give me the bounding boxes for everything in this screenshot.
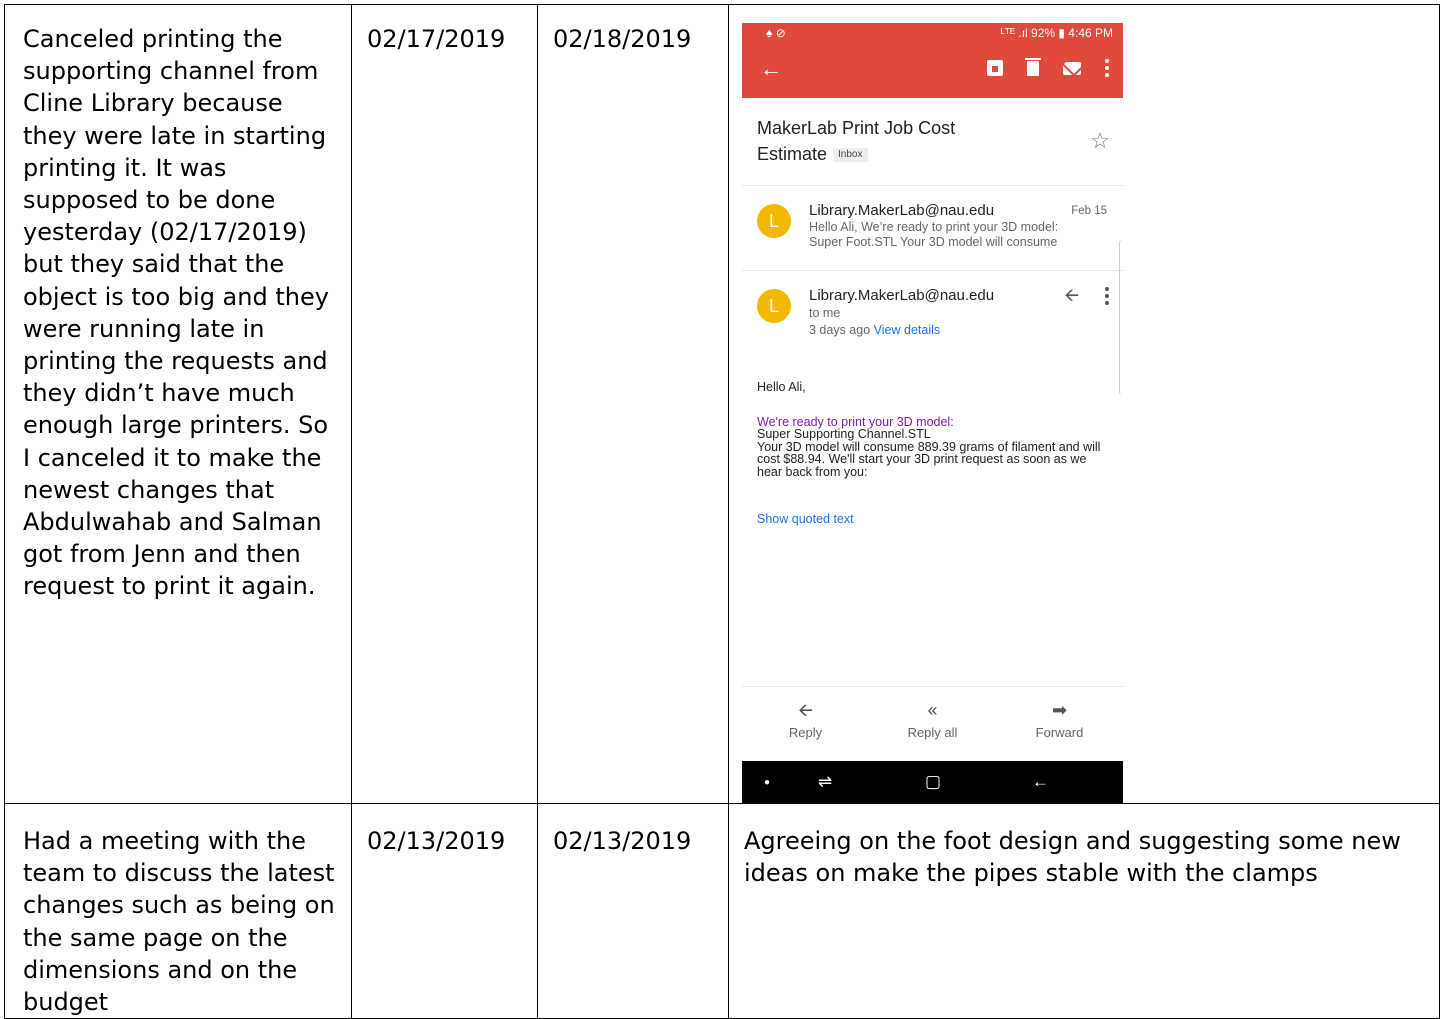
end-date-cell: 02/18/2019 [537,4,729,804]
view-details-link[interactable]: View details [874,323,940,337]
message-date: Feb 15 [1071,205,1107,217]
recents-icon[interactable]: ⇌ [818,772,832,792]
body-line-file: Super Supporting Channel.STL [757,427,931,441]
delete-icon[interactable] [1025,57,1041,76]
more-options-icon[interactable] [1105,59,1109,77]
inbox-badge: Inbox [833,148,868,163]
description-cell: Had a meeting with the team to discuss t… [4,802,352,1019]
status-icons: ♠ ⊘ [766,25,786,40]
reply-all-label: Reply all [907,725,958,740]
start-date: 02/17/2019 [367,25,506,53]
show-quoted-text-link[interactable]: Show quoted text [742,478,1123,526]
greeting: Hello Ali, [757,380,806,394]
forward-label: Forward [1035,725,1084,740]
start-date-cell: 02/17/2019 [351,4,538,804]
end-date: 02/18/2019 [553,25,692,53]
message-preview-2: Super Foot.STL Your 3D model will consum… [809,235,1058,249]
task-result: Agreeing on the foot design and suggesti… [744,827,1401,888]
sent-time: 3 days ago [809,323,871,337]
email-screenshot: ♠ ⊘ ᴸᵀᴱ .ıl 92% ▮ 4:46 PM ← MakerLab Pri… [742,23,1123,803]
sender-name: Library.MakerLab@nau.edu [809,287,995,304]
progress-log-table: Canceled printing the supporting channel… [4,4,1440,1019]
reply-all-icon: « [927,700,938,720]
table-row: Canceled printing the supporting channel… [4,4,1440,804]
body-line-4: cost $88.94. We'll start your 3D print r… [757,452,1087,466]
subject-line-2: Estimate [757,144,828,164]
reply-label: Reply [788,725,823,740]
app-bar: ← [742,42,1123,98]
sender-name: Library.MakerLab@nau.edu [809,202,995,219]
message-preview-1: Hello Ali, We’re ready to print your 3D … [809,220,1059,234]
body-line-5: hear back from you: [757,464,868,479]
start-date-cell: 02/13/2019 [351,802,538,1019]
task-description: Canceled printing the supporting channel… [23,25,329,601]
end-date: 02/13/2019 [553,827,692,855]
star-icon[interactable]: ☆ [1090,128,1110,154]
task-description: Had a meeting with the team to discuss t… [23,827,335,1017]
subject-line-1: MakerLab Print Job Cost [757,118,956,138]
evidence-cell: ♠ ⊘ ᴸᵀᴱ .ıl 92% ▮ 4:46 PM ← MakerLab Pri… [728,4,1440,804]
system-nav-bar: ● ⇌ ▢ ← [742,761,1123,803]
message-menu-icon[interactable] [1105,283,1109,313]
forward-icon: ➡ [1051,700,1068,720]
description-cell: Canceled printing the supporting channel… [4,4,352,804]
reply-icon[interactable]: 🡨 [1064,283,1079,313]
forward-button[interactable]: ➡ Forward [996,687,1123,751]
archive-icon[interactable] [987,60,1003,76]
back-nav-icon[interactable]: ← [1032,772,1049,792]
end-date-cell: 02/13/2019 [537,802,729,1019]
reply-all-button[interactable]: « Reply all [869,687,996,751]
result-cell: Agreeing on the foot design and suggesti… [728,802,1440,1019]
avatar: L [757,289,791,323]
email-body: Hello Ali, We're ready to print your 3D … [742,357,1123,478]
status-info: ᴸᵀᴱ .ıl 92% ▮ 4:46 PM [1000,25,1113,40]
reply-icon: 🡨 [798,700,813,720]
action-bar: 🡨 Reply « Reply all ➡ Forward [742,686,1123,751]
start-date: 02/13/2019 [367,827,506,855]
back-arrow-icon[interactable]: ← [760,56,782,82]
recipient: to me [809,306,841,320]
scrollbar [1119,240,1123,395]
table-row: Had a meeting with the team to discuss t… [4,802,1440,1019]
collapsed-message[interactable]: L Library.MakerLab@nau.edu Hello Ali, We… [742,186,1123,270]
home-icon[interactable]: ▢ [925,772,941,792]
reply-button[interactable]: 🡨 Reply [742,687,869,751]
nav-dot-icon[interactable]: ● [764,777,770,788]
expanded-message-header: L Library.MakerLab@nau.edu to me 3 days … [742,271,1123,357]
email-subject: MakerLab Print Job Cost Estimate Inbox ☆ [742,98,1123,177]
mark-unread-icon[interactable] [1063,61,1081,75]
status-bar: ♠ ⊘ ᴸᵀᴱ .ıl 92% ▮ 4:46 PM [742,23,1123,42]
avatar: L [757,204,791,238]
